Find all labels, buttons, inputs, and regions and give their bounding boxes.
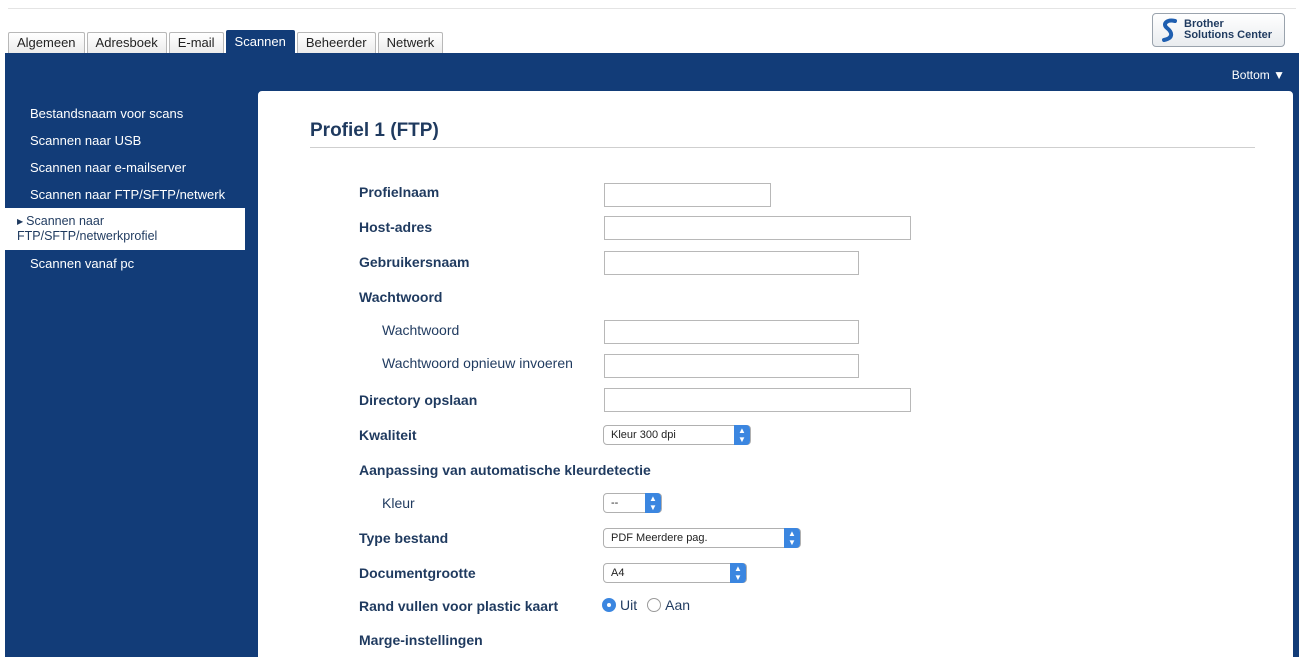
color-label: Kleur: [382, 495, 415, 511]
select-caret-icon: ▲ ▼: [645, 493, 661, 513]
password-confirm-field[interactable]: [604, 354, 859, 378]
app-window: Algemeen Adresboek E-mail Scannen Beheer…: [0, 0, 1304, 657]
select-caret-icon: ▲ ▼: [784, 528, 800, 548]
tab-algemeen[interactable]: Algemeen: [8, 32, 85, 53]
select-caret-icon: ▲ ▼: [734, 425, 750, 445]
title-divider: [310, 147, 1255, 148]
plastic-card-label: Rand vullen voor plastic kaart: [359, 598, 559, 614]
main-tabs: Algemeen Adresboek E-mail Scannen Beheer…: [8, 30, 445, 53]
host-field[interactable]: [604, 216, 911, 240]
brother-solutions-center-button[interactable]: Brother Solutions Center: [1152, 13, 1285, 47]
password-label: Wachtwoord: [382, 322, 460, 338]
margin-section-label: Marge-instellingen: [359, 632, 483, 648]
brother-logo-icon: [1162, 18, 1177, 42]
color-select[interactable]: -- ▲ ▼: [603, 493, 662, 513]
quality-selected-value: Kleur 300 dpi: [611, 429, 676, 441]
quality-select[interactable]: Kleur 300 dpi ▲ ▼: [603, 425, 751, 445]
brother-button-label: Brother Solutions Center: [1184, 19, 1272, 41]
plastic-card-radio-aan[interactable]: [647, 598, 662, 612]
color-selected-value: --: [611, 497, 619, 509]
plastic-card-radio-group: Uit Aan: [602, 597, 700, 613]
sidebar-item-emailserver[interactable]: Scannen naar e-mailserver: [5, 154, 245, 181]
auto-color-section-label: Aanpassing van automatische kleurdetecti…: [359, 462, 651, 478]
sidebar-item-label-line1: Scannen naar: [26, 214, 104, 228]
profilename-label: Profielnaam: [359, 184, 440, 200]
username-label: Gebruikersnaam: [359, 254, 470, 270]
quality-label: Kwaliteit: [359, 427, 417, 443]
file-type-selected-value: PDF Meerdere pag.: [611, 532, 708, 544]
tab-beheerder[interactable]: Beheerder: [296, 32, 376, 53]
brother-label-line2: Solutions Center: [1184, 29, 1273, 41]
tab-netwerk[interactable]: Netwerk: [377, 32, 444, 53]
host-label: Host-adres: [359, 219, 433, 235]
tab-adresboek[interactable]: Adresboek: [86, 32, 167, 53]
sidebar: Bestandsnaam voor scans Scannen naar USB…: [5, 96, 245, 277]
doc-size-label: Documentgrootte: [359, 565, 476, 581]
username-field[interactable]: [604, 251, 859, 275]
sidebar-item-label-line2: FTP/SFTP/netwerkprofiel: [17, 229, 158, 243]
directory-label: Directory opslaan: [359, 392, 478, 408]
sidebar-item-bestandsnaam[interactable]: Bestandsnaam voor scans: [5, 100, 245, 127]
doc-size-selected-value: A4: [611, 567, 625, 579]
profilename-field[interactable]: [604, 183, 771, 207]
plastic-card-radio-uit[interactable]: [602, 598, 616, 612]
file-type-select[interactable]: PDF Meerdere pag. ▲ ▼: [603, 528, 801, 548]
doc-size-select[interactable]: A4 ▲ ▼: [603, 563, 747, 583]
password-field[interactable]: [604, 320, 859, 344]
plastic-card-option-uit[interactable]: Uit: [620, 597, 637, 613]
tab-scannen[interactable]: Scannen: [225, 30, 295, 53]
password-section-label: Wachtwoord: [359, 289, 443, 305]
tab-email[interactable]: E-mail: [168, 32, 224, 53]
file-type-label: Type bestand: [359, 530, 449, 546]
plastic-card-option-aan[interactable]: Aan: [665, 597, 690, 613]
select-caret-icon: ▲ ▼: [730, 563, 746, 583]
sidebar-item-usb[interactable]: Scannen naar USB: [5, 127, 245, 154]
sidebar-item-scannen-vanaf-pc[interactable]: Scannen vanaf pc: [5, 250, 245, 277]
main-panel: Profiel 1 (FTP) Profielnaam Host-adres G…: [255, 88, 1296, 657]
page-title: Profiel 1 (FTP): [310, 120, 439, 141]
sidebar-item-ftp-netwerkprofiel[interactable]: ▶ Scannen naar FTP/SFTP/netwerkprofiel: [5, 208, 245, 250]
password-confirm-label: Wachtwoord opnieuw invoeren: [382, 355, 573, 371]
directory-field[interactable]: [604, 388, 911, 412]
top-divider: [8, 8, 1296, 9]
sidebar-item-ftp-netwerk[interactable]: Scannen naar FTP/SFTP/netwerk: [5, 181, 245, 208]
bottom-link[interactable]: Bottom ▼: [1232, 68, 1285, 82]
active-arrow-icon: ▶: [17, 217, 24, 226]
